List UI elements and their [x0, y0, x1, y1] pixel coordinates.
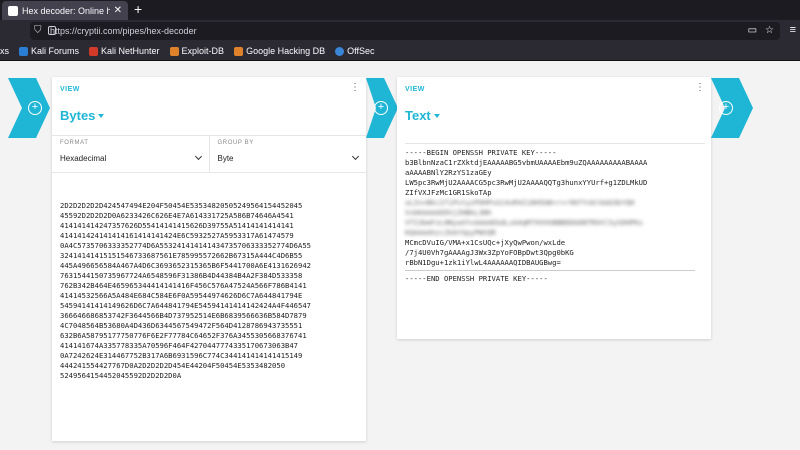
text-line: -----END OPENSSH PRIVATE KEY----- [405, 274, 548, 283]
text-line: rBbN1Dgu+1zk1iYlwL4AAAAAAQIDBAUGBwg= [405, 258, 561, 267]
hex-line: 445A496656584A467A4D6C3693652315365B6F54… [60, 261, 311, 270]
add-encoder-right-icon[interactable]: + [719, 101, 733, 115]
bookmark-1[interactable]: Kali Forums [19, 46, 79, 56]
text-view-card: VIEW Text ⋮ -----BEGIN OPENSSH PRIVATE K… [397, 77, 711, 339]
hex-content[interactable]: 2D2D2D2D2D424547494E204F50454E5353482050… [60, 201, 360, 381]
text-line: aAAAABNlY2RzYS1zaGEy [405, 168, 492, 177]
url-actions: ▭ ☆ [748, 25, 774, 36]
navigation-bar: ⛉ https://cryptii.com/pipes/hex-decoder … [0, 20, 800, 42]
text-line: ZIfVXJFzMc1GR1SkoTAp [405, 188, 492, 197]
hex-line: 632B6A58795177750776F6E2F77784C64652F376… [60, 331, 307, 340]
add-encoder-left-icon[interactable]: + [28, 101, 42, 115]
hex-line: 366646686853742F3644566B4D737952514E6B68… [60, 311, 307, 320]
pipe-canvas: + VIEW Bytes ⋮ FORMAT Hexadecimal GROUP … [0, 61, 800, 450]
hex-line: 414141674A335778335A70596F464F4270447774… [60, 341, 298, 350]
app-menu-icon[interactable]: ≡ [790, 24, 796, 36]
lock-icon[interactable] [48, 26, 56, 35]
url-text[interactable]: https://cryptii.com/pipes/hex-decoder [50, 26, 197, 36]
bookmark-star-icon[interactable]: ☆ [765, 25, 774, 36]
text-divider [405, 270, 695, 271]
url-bar[interactable]: ⛉ https://cryptii.com/pipes/hex-decoder … [30, 22, 780, 40]
add-encoder-middle-icon[interactable]: + [374, 101, 388, 115]
bookmark-2-label: Kali NetHunter [101, 46, 160, 56]
bookmark-3-label: Exploit-DB [181, 46, 225, 56]
bookmark-4[interactable]: Google Hacking DB [234, 46, 325, 56]
tab-bar: Hex decoder: Online hexa ✕ + [0, 0, 800, 20]
close-tab-icon[interactable]: ✕ [114, 5, 122, 16]
bytes-view-label: VIEW [60, 86, 80, 93]
bookmark-2[interactable]: Kali NetHunter [89, 46, 160, 56]
hex-line: 5249564154452045592D2D2D2D0A [60, 371, 182, 380]
favicon-icon [8, 5, 18, 16]
text-view-selector[interactable]: Text [405, 108, 440, 123]
caret-down-icon [433, 113, 440, 118]
browser-tab[interactable]: Hex decoder: Online hexa ✕ [2, 1, 128, 20]
bookmark-3[interactable]: Exploit-DB [169, 46, 225, 56]
group-by-value: Byte [217, 154, 234, 163]
hex-line: 444241554427767D0A2D2D2D2D454E44204F5045… [60, 361, 286, 370]
hex-line: 41414532566A5A484E684C584E6F0A5954497462… [60, 291, 303, 300]
redacted-text-line: KQAAAAhzc2hAYXpyPWVQR [405, 228, 496, 237]
redacted-text-line: VTI3bmFzL0NyaXYvAAAAEbdLzA4qM7hhhhBBBDDb… [405, 218, 643, 227]
text-line: LW5pc3RwMjU2AAAACG5pc3RwMjU2AAAAQQTg3hun… [405, 178, 648, 187]
group-by-label: GROUP BY [217, 140, 254, 146]
format-label: FORMAT [60, 140, 89, 146]
hex-line: 0A4C5735706333352774D6A55324141414143473… [60, 241, 311, 250]
text-content[interactable]: -----BEGIN OPENSSH PRIVATE KEY----- b3Bl… [405, 143, 705, 284]
tab-title: Hex decoder: Online hexa [22, 5, 110, 16]
hex-line: 762B342B464E465965344414141416F456C576A4… [60, 281, 307, 290]
reader-view-icon[interactable]: ▭ [748, 25, 757, 36]
hex-line: 45592D2D2D2D0A6233426C626E4E7A614331725A… [60, 211, 294, 220]
hex-line: 32414141415151546733687561E785995572662B… [60, 251, 303, 260]
hex-line: 414141424141414161414141424E6C5932527A59… [60, 231, 294, 240]
more-options-icon[interactable]: ⋮ [350, 83, 360, 93]
bookmark-1-label: Kali Forums [31, 46, 80, 56]
hex-line: 54594141414149626D6C7A644841794E54594141… [60, 301, 311, 310]
bookmarks-bar: xs Kali Forums Kali NetHunter Exploit-DB… [0, 42, 800, 61]
hex-line: 4C7048564B53680A4D436D6344567549472F564D… [60, 321, 303, 330]
caret-down-icon [98, 113, 105, 118]
ghdb-icon [234, 46, 244, 56]
new-tab-button[interactable]: + [134, 2, 142, 16]
bookmark-0-label: xs [0, 46, 9, 56]
bytes-options: FORMAT Hexadecimal GROUP BY Byte [52, 135, 366, 173]
kali-icon [19, 46, 28, 56]
bookmark-0[interactable]: xs [0, 46, 9, 56]
bookmark-4-label: Google Hacking DB [246, 46, 326, 56]
text-line: /7j4U0Vh7gAAAAgJ3Wx3ZpYoFOBpDwt3Qpg0bKG [405, 248, 574, 257]
bytes-view-selector[interactable]: Bytes [60, 108, 105, 123]
text-line: MCmcDVuIG/VMA+x1CsUQc+jXyQwPwon/wxLde [405, 238, 566, 247]
redacted-text-line: VvbKAAAAEDVjZHBkL3Nh [405, 208, 492, 217]
bookmark-5[interactable]: OffSec [335, 46, 374, 56]
offsec-icon [335, 46, 345, 56]
format-select[interactable]: FORMAT Hexadecimal [52, 136, 209, 172]
text-line: -----BEGIN OPENSSH PRIVATE KEY----- [405, 148, 557, 157]
hex-line: 7631544150735967724A6548596F31386B4D4438… [60, 271, 303, 280]
format-value: Hexadecimal [60, 154, 107, 163]
hex-line: 0A7242624E314467752B317A6B6931596C774C34… [60, 351, 303, 360]
hex-line: 2D2D2D2D2D424547494E204F50454E5353482050… [60, 201, 303, 210]
nethunter-icon [89, 46, 99, 56]
hex-line: 414141414247357626D55414141415626D39755A… [60, 221, 294, 230]
group-by-select[interactable]: GROUP BY Byte [208, 136, 367, 172]
bytes-view-card: VIEW Bytes ⋮ FORMAT Hexadecimal GROUP BY… [52, 77, 366, 441]
text-line: b3BlbnNzaC1rZXktdjEAAAAABG5vbmUAAAAEbm9u… [405, 158, 648, 167]
bookmark-5-label: OffSec [347, 46, 375, 56]
text-view-title: Text [405, 108, 431, 123]
redacted-text-line: uLIn+BkcIfiPvtyzPOHPsUi4xR4I18H5bB+r+r96… [405, 198, 635, 207]
bytes-view-title: Bytes [60, 108, 96, 123]
shield-icon[interactable]: ⛉ [34, 25, 42, 36]
text-view-label: VIEW [405, 86, 425, 93]
exploit-db-icon [169, 46, 179, 56]
more-options-icon[interactable]: ⋮ [695, 83, 705, 93]
